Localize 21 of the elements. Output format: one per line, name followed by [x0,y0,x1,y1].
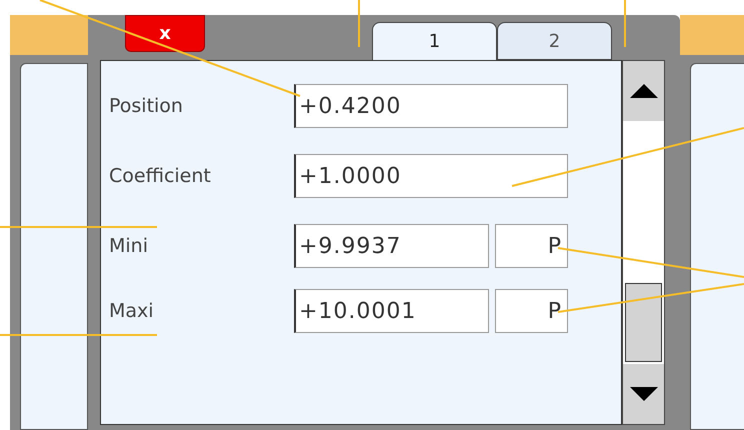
up-arrow-icon [630,84,658,98]
field-label: Position [109,94,184,119]
scroll-thumb[interactable] [625,283,662,362]
field-label: Coefficient [109,164,212,189]
scroll-up-button[interactable] [623,61,664,121]
value-field[interactable]: +10.0001 [294,289,489,333]
leader-line [624,0,626,47]
field-label: Mini [109,234,149,259]
down-arrow-icon [630,387,658,401]
scroll-down-button[interactable] [623,364,664,424]
value-field[interactable]: +0.4200 [294,84,568,128]
tab[interactable]: 1 [372,22,497,60]
value-field[interactable]: +9.9937 [294,224,489,268]
scrollbar[interactable] [622,60,665,425]
field-label: Maxi [109,298,155,324]
close-button[interactable]: x [125,15,205,52]
value-field[interactable]: +1.0000 [294,154,568,198]
tab[interactable]: 2 [497,22,612,60]
unit-field[interactable]: P [495,224,568,268]
leader-line [358,0,360,47]
unit-field[interactable]: P [495,289,568,333]
